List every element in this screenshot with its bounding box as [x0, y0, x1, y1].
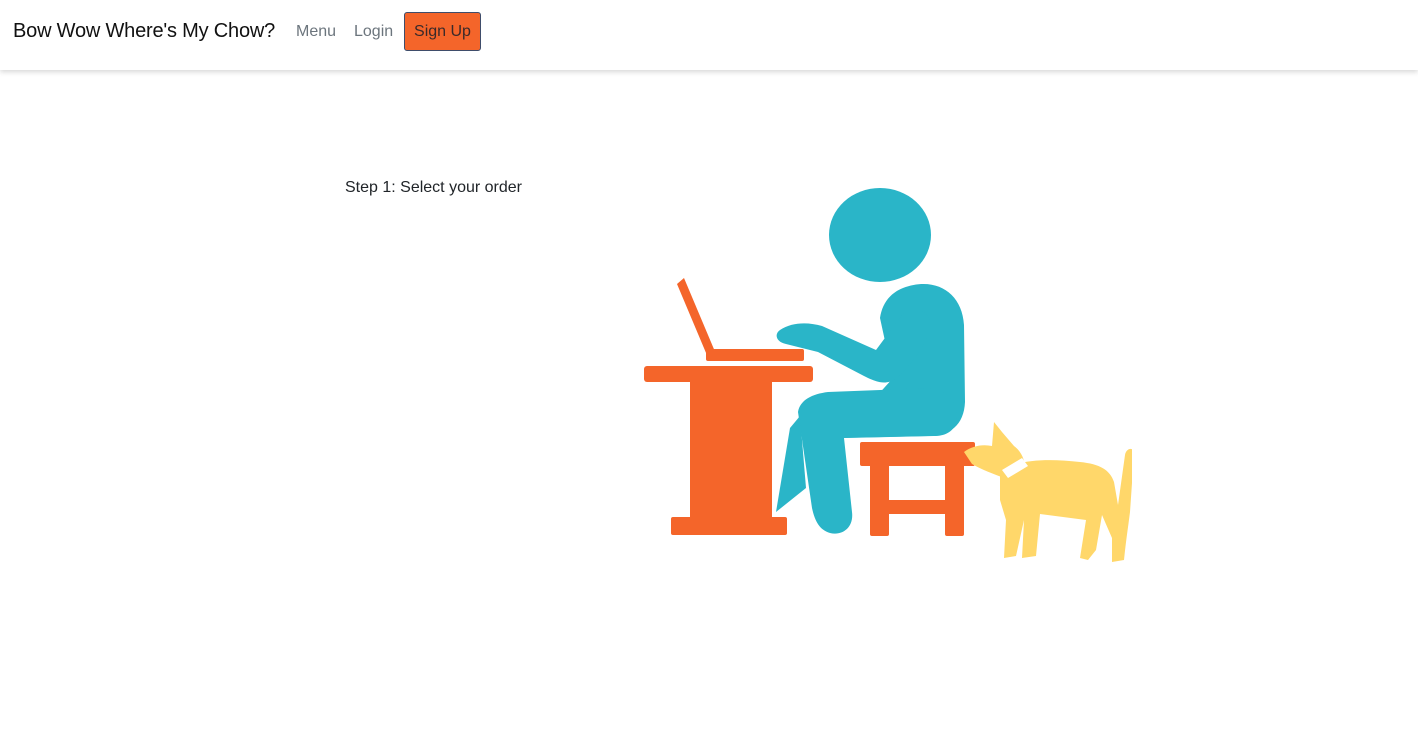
top-navbar: Bow Wow Where's My Chow? Menu Login Sign… — [0, 0, 1418, 70]
desk-top-shape — [644, 366, 813, 382]
stool-rung-shape — [885, 500, 949, 514]
person-head-shape — [829, 188, 931, 282]
desk-foot-shape — [671, 517, 787, 535]
nav-link-menu[interactable]: Menu — [296, 23, 336, 41]
desk-column-shape — [690, 380, 772, 520]
stool-seat-shape — [860, 442, 975, 466]
brand-link[interactable]: Bow Wow Where's My Chow? — [13, 20, 275, 43]
laptop-base-shape — [706, 349, 804, 361]
dog-graphic — [964, 422, 1132, 562]
nav-link-login[interactable]: Login — [354, 23, 393, 41]
signup-button[interactable]: Sign Up — [404, 12, 481, 51]
step-instruction: Step 1: Select your order — [345, 179, 522, 196]
laptop-screen-shape — [677, 278, 716, 360]
person-at-laptop-with-dog-illustration — [644, 188, 1132, 562]
stool-graphic — [860, 442, 975, 536]
